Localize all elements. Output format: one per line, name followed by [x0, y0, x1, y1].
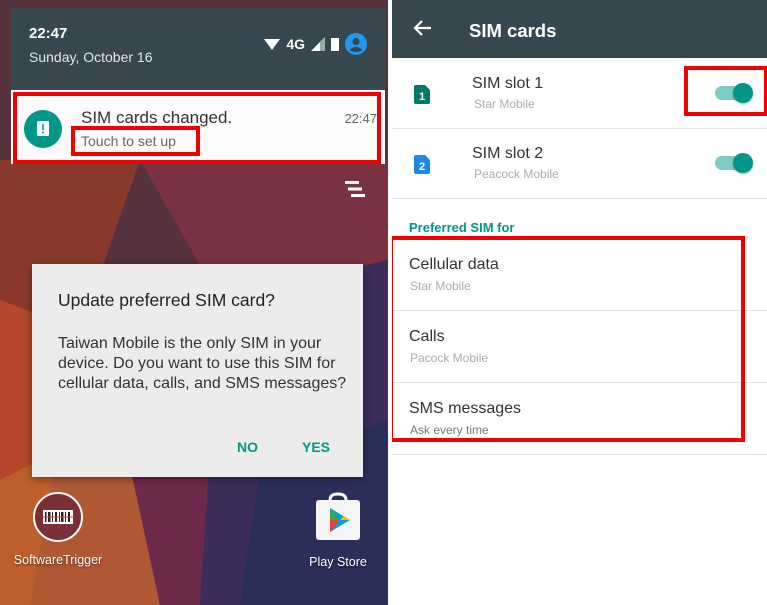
play-store-icon: [316, 492, 360, 540]
app-label: SoftwareTrigger: [13, 553, 103, 567]
sim-carrier: Peacock Mobile: [474, 167, 559, 181]
network-type: 4G: [286, 36, 305, 52]
sms-messages-row[interactable]: SMS messages Ask every time: [392, 382, 767, 455]
wifi-icon: [264, 39, 281, 50]
clear-all-icon[interactable]: [345, 180, 367, 198]
yes-button[interactable]: YES: [302, 439, 330, 455]
page-title: SIM cards: [469, 20, 557, 41]
sim-cards-settings: SIM cards 1 SIM slot 1 Star Mobile 2 SIM…: [392, 0, 767, 605]
sim-slot-2-toggle[interactable]: [715, 153, 753, 173]
calls-row[interactable]: Calls Pacock Mobile: [392, 310, 767, 383]
barcode-app-icon: [33, 492, 83, 542]
cellular-data-row[interactable]: Cellular data Star Mobile: [392, 238, 767, 311]
pref-title: Calls: [409, 328, 445, 345]
user-account-icon[interactable]: [345, 33, 367, 55]
date-label: Sunday, October 16: [29, 49, 153, 65]
dialog-title: Update preferred SIM card?: [58, 290, 275, 310]
status-icons: 4G: [264, 33, 367, 55]
sim-badge: 1: [419, 91, 425, 103]
battery-icon: [331, 38, 339, 51]
app-softwaretrigger[interactable]: SoftwareTrigger: [10, 492, 106, 567]
sim-slot-1-toggle[interactable]: [715, 83, 753, 103]
pref-title: SMS messages: [409, 400, 522, 417]
back-arrow-icon[interactable]: [412, 17, 434, 39]
dialog-message: Taiwan Mobile is the only SIM in your de…: [58, 335, 347, 392]
notification-screen: 22:47 Sunday, October 16 4G SIM cards ch…: [0, 0, 388, 605]
no-button[interactable]: NO: [237, 439, 258, 455]
sim-slot-1-row[interactable]: 1 SIM slot 1 Star Mobile: [392, 58, 767, 129]
app-toolbar: SIM cards: [392, 0, 767, 58]
pref-value: Star Mobile: [410, 279, 471, 293]
pref-value: Ask every time: [410, 423, 489, 437]
sim-slot-2-row[interactable]: 2 SIM slot 2 Peacock Mobile: [392, 128, 767, 199]
sim-slot-name: SIM slot 2: [472, 145, 544, 162]
sim-carrier: Star Mobile: [474, 97, 535, 111]
notification-subtitle[interactable]: Touch to set up: [81, 133, 176, 149]
sim-slot-name: SIM slot 1: [472, 75, 544, 92]
app-label: Play Store: [309, 555, 367, 569]
status-bar-header: 22:47 Sunday, October 16 4G: [11, 8, 385, 96]
signal-icon: [311, 37, 325, 51]
notification-time: 22:47: [344, 111, 377, 126]
sim-card-2-icon: 2: [414, 155, 430, 174]
app-play-store[interactable]: Play Store: [290, 492, 386, 569]
sim-alert-icon: [24, 110, 62, 148]
pref-title: Cellular data: [409, 256, 499, 273]
update-sim-dialog: Update preferred SIM card? Taiwan Mobile…: [32, 264, 363, 477]
pref-value: Pacock Mobile: [410, 351, 489, 365]
sim-changed-notification[interactable]: SIM cards changed. Touch to set up 22:47: [11, 90, 385, 164]
preferred-sim-header: Preferred SIM for: [409, 220, 515, 235]
clock-time: 22:47: [29, 25, 68, 42]
sim-badge: 2: [419, 161, 425, 173]
sim-card-1-icon: 1: [414, 85, 430, 104]
notification-title: SIM cards changed.: [81, 108, 233, 127]
